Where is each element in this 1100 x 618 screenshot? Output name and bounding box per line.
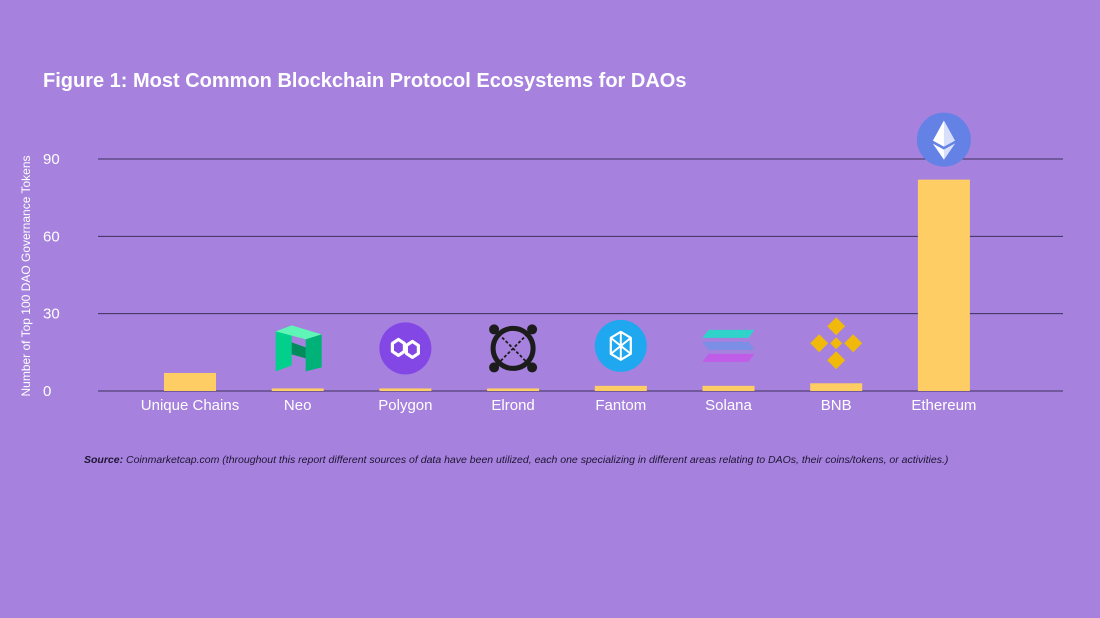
source-note: Source: Coinmarketcap.com (throughout th…: [84, 454, 1074, 466]
source-text: Coinmarketcap.com (throughout this repor…: [123, 454, 949, 466]
bar: [271, 388, 324, 391]
fantom-icon: [594, 319, 647, 372]
bar: [379, 388, 432, 391]
bar: [594, 385, 647, 391]
bar-icons: [275, 112, 971, 375]
solana-icon: [702, 329, 755, 362]
bar: [164, 372, 216, 391]
y-tick-label: 90: [43, 151, 60, 168]
x-tick-label: Solana: [705, 397, 752, 414]
x-tick-label: Polygon: [378, 397, 432, 414]
elrond-icon: [489, 324, 538, 373]
x-tick-label: Fantom: [595, 397, 646, 414]
chart-title: Figure 1: Most Common Blockchain Protoco…: [43, 70, 686, 92]
x-tick-label: Unique Chains: [141, 397, 239, 414]
y-tick-label: 30: [43, 306, 60, 323]
y-tick-label: 60: [43, 228, 60, 245]
y-tick-labels: 0 30 60 90: [43, 151, 60, 400]
chart: Figure 1: Most Common Blockchain Protoco…: [19, 70, 1063, 414]
y-axis-label: Number of Top 100 DAO Governance Tokens: [19, 155, 33, 396]
polygon-icon: [379, 322, 432, 375]
x-tick-label: Elrond: [491, 397, 534, 414]
bar: [487, 388, 540, 391]
bnb-icon: [810, 317, 863, 370]
x-tick-label: Neo: [284, 397, 312, 414]
x-tick-labels: Unique Chains Neo Polygon Elrond Fantom Solan…: [141, 397, 977, 414]
x-tick-label: Ethereum: [911, 397, 976, 414]
bar: [917, 179, 970, 391]
y-tick-label: 0: [43, 383, 51, 400]
source-label: Source:: [84, 454, 124, 466]
bar: [810, 383, 863, 391]
neo-icon: [275, 325, 322, 372]
ethereum-icon: [916, 112, 971, 167]
x-tick-label: BNB: [821, 397, 852, 414]
bar: [702, 385, 755, 391]
